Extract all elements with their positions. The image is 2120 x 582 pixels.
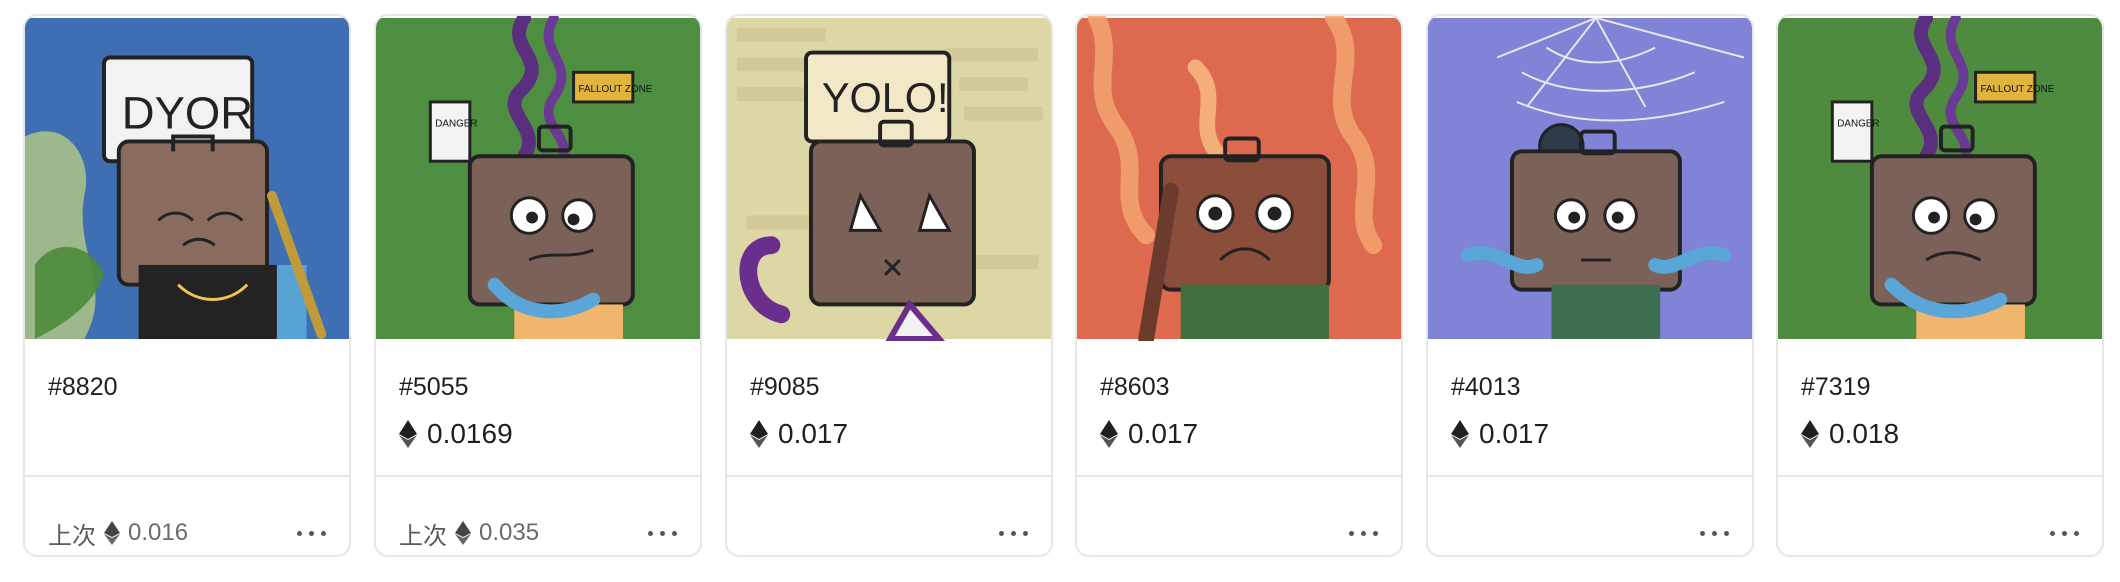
card-footer [1100, 516, 1378, 550]
nft-image[interactable]: YOLO! [727, 16, 1051, 341]
more-horizontal-icon[interactable] [2040, 525, 2079, 542]
nft-image[interactable] [1077, 16, 1401, 341]
more-horizontal-icon[interactable] [989, 525, 1028, 542]
nft-artwork-8603 [1077, 16, 1401, 341]
current-price: 0.017 [750, 416, 848, 452]
card-divider [1077, 475, 1401, 477]
nft-card-grid: DYOR #8820 上次 0.016 DANGER FALLOUT ZONE … [0, 0, 2120, 582]
sign-text-2: FALLOUT ZONE [579, 84, 653, 95]
ethereum-icon [455, 521, 471, 545]
card-divider [25, 475, 349, 477]
more-horizontal-icon[interactable] [287, 525, 326, 542]
nft-card[interactable]: DANGER FALLOUT ZONE #7319 0.018 [1776, 14, 2104, 557]
sign-text: YOLO! [822, 74, 949, 121]
nft-title[interactable]: #9085 [750, 372, 820, 402]
card-footer [750, 516, 1028, 550]
price-value: 0.018 [1829, 418, 1900, 449]
card-divider [727, 475, 1051, 477]
last-sale-label: 上次 [399, 522, 447, 550]
more-horizontal-icon[interactable] [638, 525, 677, 542]
current-price: 0.017 [1451, 416, 1549, 452]
card-divider [376, 475, 700, 477]
current-price: 0.018 [1801, 416, 1899, 452]
sign-text: DYOR [122, 88, 253, 139]
nft-artwork-8820: DYOR [25, 17, 349, 340]
last-sale-price: 0.035 [479, 519, 540, 546]
last-sale: 上次 0.016 [48, 516, 188, 551]
sign-text: DANGER [1837, 119, 1879, 130]
card-divider [1778, 475, 2102, 477]
nft-image[interactable]: DYOR [25, 16, 349, 341]
nft-card[interactable]: #8603 0.017 [1075, 14, 1403, 557]
ethereum-icon [399, 420, 417, 448]
nft-artwork-5055: DANGER FALLOUT ZONE [376, 16, 700, 340]
sign-text-2: FALLOUT ZONE [1981, 84, 2055, 95]
ethereum-icon [104, 521, 120, 545]
more-horizontal-icon[interactable] [1339, 525, 1378, 542]
nft-artwork-7319: DANGER FALLOUT ZONE [1778, 16, 2102, 340]
last-sale: 上次 0.035 [399, 516, 539, 551]
ethereum-icon [1100, 420, 1118, 448]
nft-artwork-4013 [1428, 17, 1752, 340]
card-divider [1428, 475, 1752, 477]
nft-image[interactable] [1428, 16, 1752, 341]
nft-title[interactable]: #7319 [1801, 372, 1871, 402]
nft-card[interactable]: #4013 0.017 [1426, 14, 1754, 557]
price-value: 0.017 [778, 418, 849, 449]
nft-artwork-9085: YOLO! [727, 17, 1051, 341]
last-sale-label: 上次 [48, 522, 96, 550]
price-value: 0.017 [1479, 418, 1550, 449]
price-value: 0.0169 [427, 418, 513, 449]
nft-card[interactable]: YOLO! #9085 0.017 [725, 14, 1053, 557]
current-price: 0.0169 [399, 416, 513, 452]
nft-title[interactable]: #8603 [1100, 372, 1170, 402]
nft-image[interactable]: DANGER FALLOUT ZONE [1778, 16, 2102, 341]
more-horizontal-icon[interactable] [1690, 525, 1729, 542]
ethereum-icon [1451, 420, 1469, 448]
card-footer: 上次 0.016 [48, 516, 326, 550]
card-footer: 上次 0.035 [399, 516, 677, 550]
card-footer [1801, 516, 2079, 550]
last-sale-price: 0.016 [128, 519, 189, 546]
sign-text: DANGER [435, 119, 477, 130]
price-value: 0.017 [1128, 418, 1199, 449]
ethereum-icon [1801, 420, 1819, 448]
ethereum-icon [750, 420, 768, 448]
nft-title[interactable]: #5055 [399, 372, 469, 402]
card-footer [1451, 516, 1729, 550]
nft-card[interactable]: DYOR #8820 上次 0.016 [23, 14, 351, 557]
nft-image[interactable]: DANGER FALLOUT ZONE [376, 16, 700, 341]
nft-card[interactable]: DANGER FALLOUT ZONE #5055 0.0169 上次 0.03… [374, 14, 702, 557]
current-price: 0.017 [1100, 416, 1198, 452]
nft-title[interactable]: #4013 [1451, 372, 1521, 402]
nft-title[interactable]: #8820 [48, 372, 118, 402]
